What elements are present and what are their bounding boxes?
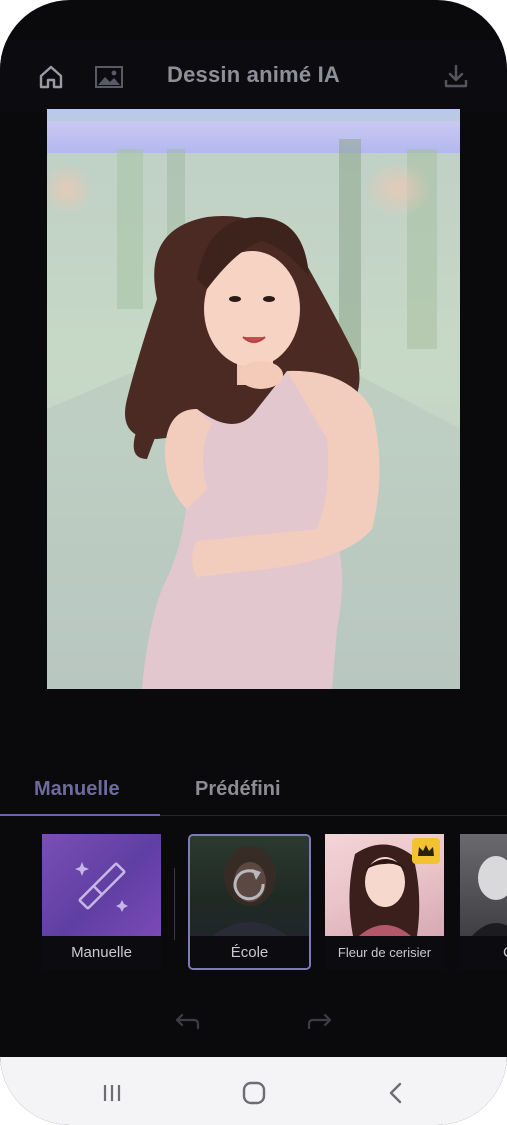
page-title: Dessin animé IA xyxy=(167,62,340,87)
system-navigation-bar xyxy=(0,1057,507,1125)
style-card-manual[interactable]: Manuelle xyxy=(42,834,161,970)
style-card-cherry-blossom[interactable]: Fleur de cerisier xyxy=(325,834,444,970)
manual-thumb xyxy=(42,834,161,936)
style-card-ecole[interactable]: École xyxy=(188,834,311,970)
photo-preview xyxy=(47,109,460,689)
partial-thumb xyxy=(460,834,507,936)
crown-icon xyxy=(412,838,440,864)
style-card-label: C xyxy=(460,936,507,970)
undo-icon[interactable] xyxy=(172,1010,202,1041)
cherry-thumb xyxy=(325,834,444,936)
ecole-thumb xyxy=(190,836,309,938)
tab-manual[interactable]: Manuelle xyxy=(34,778,120,801)
style-card-label: Manuelle xyxy=(42,936,161,970)
app-screen: Dessin animé IA Manuelle Prédéfini Manue… xyxy=(0,0,507,1125)
magic-wand-icon xyxy=(75,862,128,912)
style-card-partial[interactable]: C xyxy=(460,834,507,970)
recents-icon[interactable] xyxy=(98,1079,126,1107)
refresh-icon xyxy=(210,846,290,938)
tab-preset[interactable]: Prédéfini xyxy=(195,778,281,801)
active-tab-indicator xyxy=(0,814,160,816)
mode-tabs: Manuelle Prédéfini xyxy=(0,770,507,816)
card-separator xyxy=(174,868,175,940)
back-icon[interactable] xyxy=(382,1079,410,1107)
home-circle-icon[interactable] xyxy=(238,1077,270,1109)
download-icon[interactable] xyxy=(440,60,472,92)
style-card-label: Fleur de cerisier xyxy=(325,936,444,970)
style-card-label: École xyxy=(190,936,309,968)
redo-icon[interactable] xyxy=(305,1010,335,1041)
